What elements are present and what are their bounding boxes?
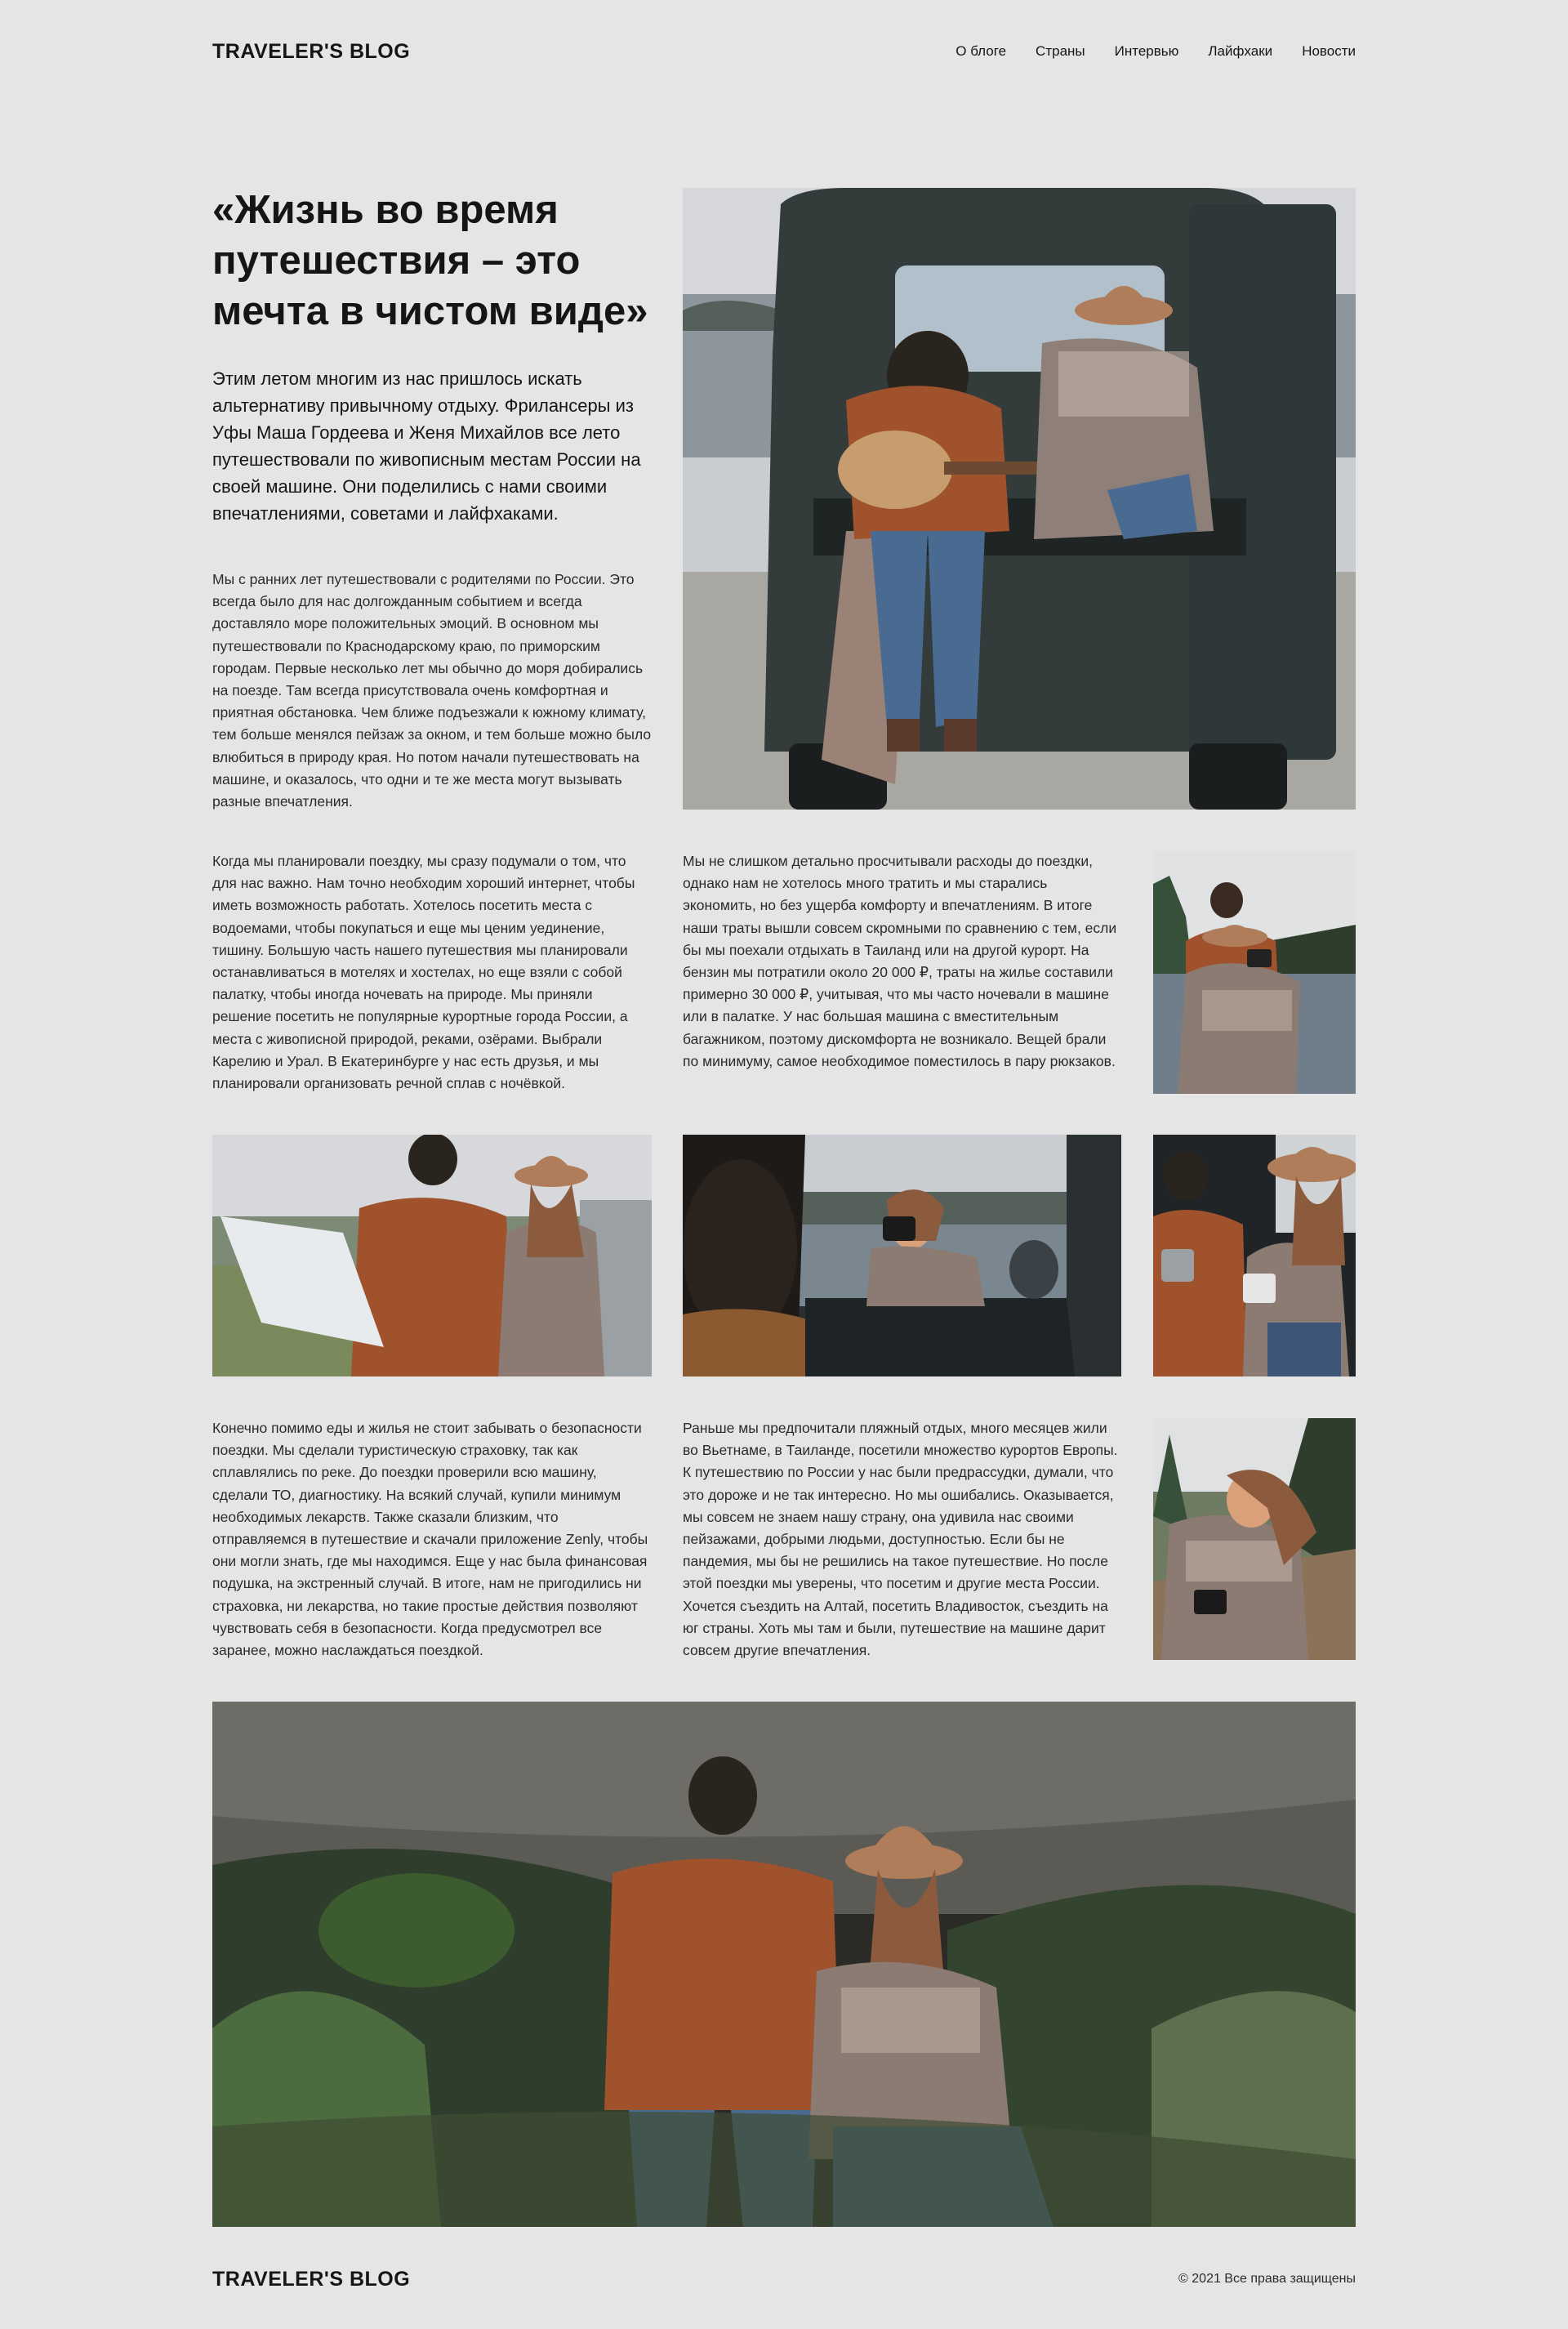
photo-couple-drinking-tea xyxy=(1153,1135,1356,1376)
photo-couple-in-forest-wide xyxy=(212,1702,1356,2227)
photo-couple-lake-camera xyxy=(1153,851,1356,1094)
copyright-text: © 2021 Все права защищены xyxy=(1178,2272,1356,2286)
site-logo[interactable]: TRAVELER'S BLOG xyxy=(212,40,410,64)
photo-woman-camera-car-window xyxy=(683,1135,1121,1376)
nav-link-news[interactable]: Новости xyxy=(1302,43,1356,60)
nav-link-lifehacks[interactable]: Лайфхаки xyxy=(1208,43,1272,60)
paragraph-planning: Когда мы планировали поездку, мы сразу п… xyxy=(212,853,635,1092)
article-title: «Жизнь во время путешествия – это мечта … xyxy=(212,188,648,333)
site-footer: TRAVELER'S BLOG © 2021 Все права защищен… xyxy=(212,2263,1356,2296)
hero-photo-car-guitar xyxy=(683,188,1356,810)
nav-link-countries[interactable]: Страны xyxy=(1036,43,1085,60)
photo-woman-forest-camera xyxy=(1153,1418,1356,1660)
article-lead: Этим летом многим из нас пришлось искать… xyxy=(212,368,641,524)
paragraph-expenses: Мы не слишком детально просчитывали расх… xyxy=(683,853,1117,1069)
paragraph-safety: Конечно помимо еды и жилья не стоит забы… xyxy=(212,1420,648,1659)
site-header: TRAVELER'S BLOG О блоге Страны Интервью … xyxy=(212,31,1356,72)
nav-link-about[interactable]: О блоге xyxy=(956,43,1006,60)
photo-couple-with-map xyxy=(212,1135,652,1376)
paragraph-childhood-trips: Мы с ранних лет путешествовали с родител… xyxy=(212,571,652,810)
paragraph-impressions: Раньше мы предпочитали пляжный отдых, мн… xyxy=(683,1420,1118,1659)
footer-logo[interactable]: TRAVELER'S BLOG xyxy=(212,2268,410,2291)
nav-link-interview[interactable]: Интервью xyxy=(1115,43,1179,60)
main-nav: О блоге Страны Интервью Лайфхаки Новости xyxy=(956,43,1356,60)
